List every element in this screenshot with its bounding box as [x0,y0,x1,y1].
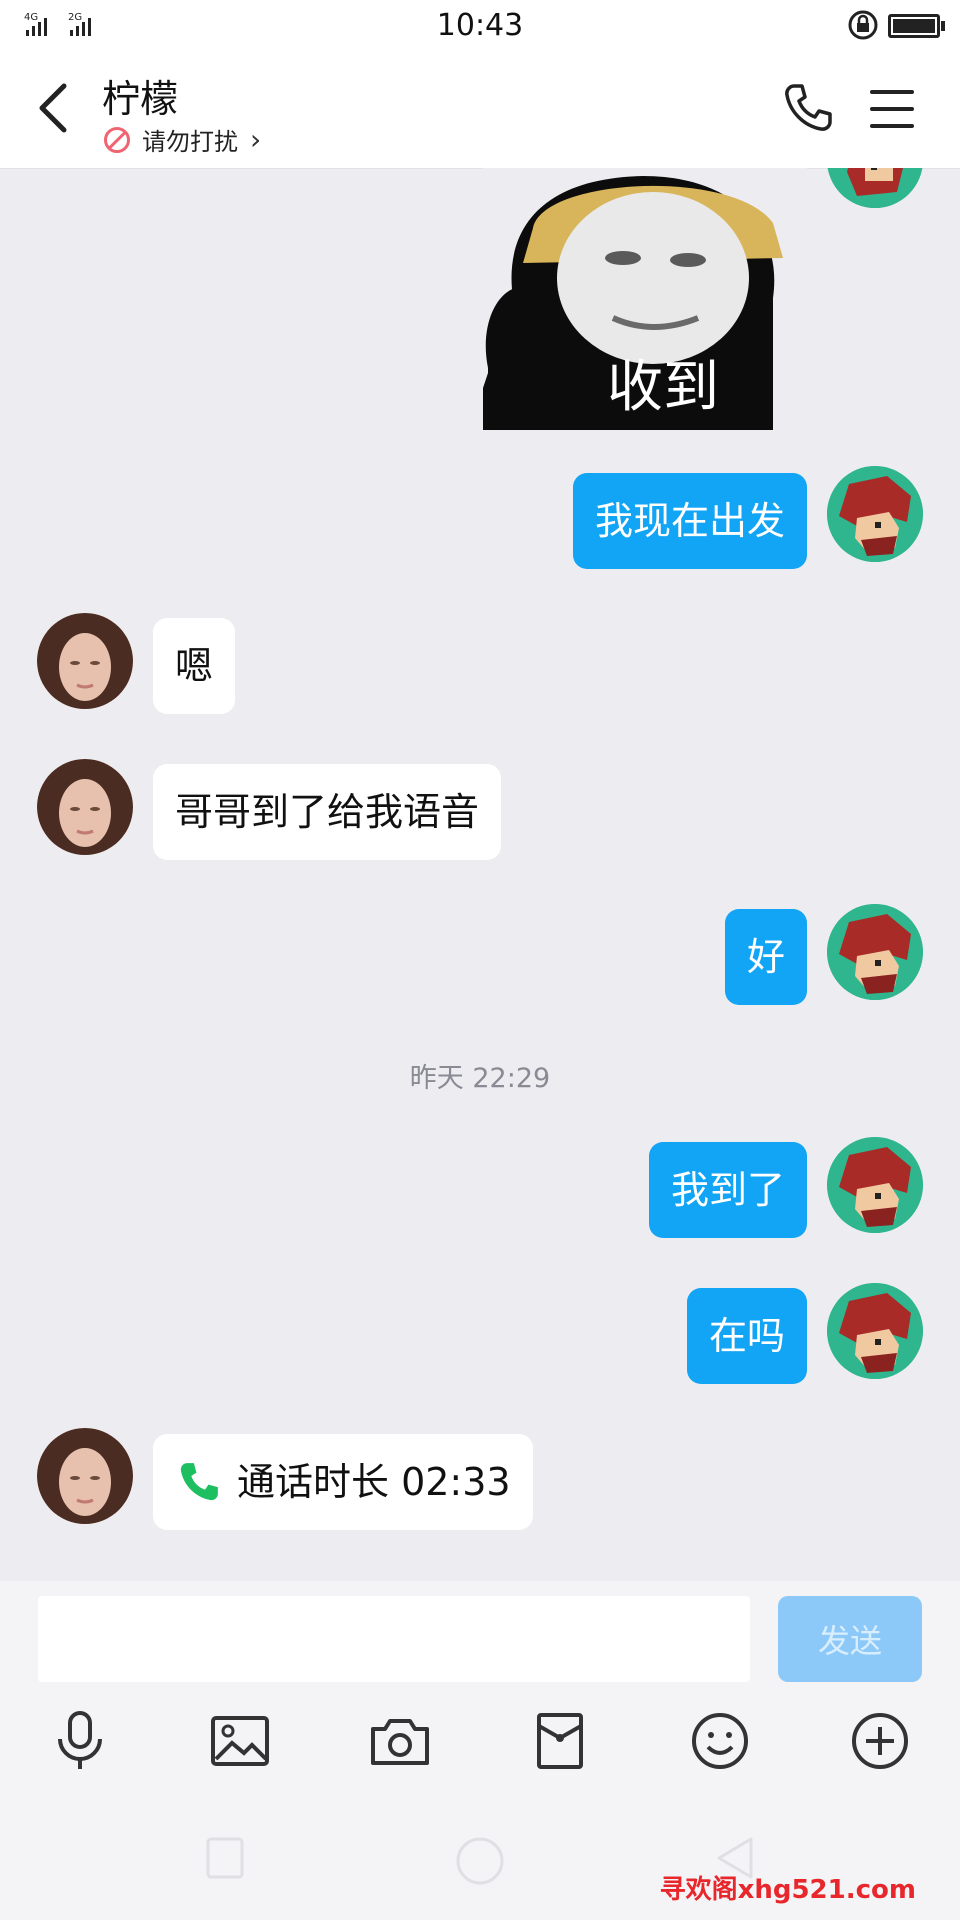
dnd-label: 请勿打扰 [142,128,238,156]
sticker-caption: 收到 [607,355,719,420]
my-avatar[interactable] [827,904,923,1000]
watermark: 寻欢阁xhg521.com [659,1875,916,1905]
emoji-icon[interactable] [680,1701,760,1781]
my-avatar[interactable] [827,466,923,562]
message-bubble-received[interactable]: 嗯 [153,618,236,714]
send-button[interactable]: 发送 [778,1596,922,1682]
my-avatar[interactable] [827,1283,923,1379]
image-icon[interactable] [200,1701,280,1781]
message-bubble-sent[interactable]: 我到了 [648,1142,807,1238]
sticker-message[interactable]: 收到 [483,168,807,430]
back-arrow-icon[interactable] [30,78,80,138]
message-timestamp: 昨天 22:29 [409,1063,551,1094]
call-duration-text: 通话时长 02:33 [237,1460,511,1504]
message-input[interactable] [38,1596,750,1682]
input-toolbar [0,1701,960,1791]
phone-call-green-icon [180,1463,218,1501]
status-bar: 4G 2G 10:43 [0,0,960,50]
recents-icon[interactable] [205,1836,245,1880]
contact-avatar[interactable] [37,759,133,855]
message-bubble-sent[interactable]: 好 [724,909,807,1005]
clock: 10:43 [436,8,524,43]
dnd-status[interactable]: 请勿打扰 › [104,122,261,157]
message-bubble-received[interactable]: 哥哥到了给我语音 [153,764,502,860]
red-packet-icon[interactable] [520,1701,600,1781]
phone-call-icon[interactable] [780,80,836,136]
plus-icon[interactable] [840,1701,920,1781]
my-avatar[interactable] [827,168,923,208]
battery-icon [888,14,945,38]
chat-header: 柠檬 请勿打扰 › [0,50,960,169]
chevron-right-icon: › [250,123,262,156]
do-not-disturb-icon [104,126,130,153]
input-area: 发送 寻欢阁xhg521.com [0,1581,960,1920]
microphone-icon[interactable] [40,1701,120,1781]
menu-icon[interactable] [870,90,914,130]
call-record-bubble[interactable]: 通话时长 02:33 [153,1434,533,1530]
contact-name[interactable]: 柠檬 [102,68,178,123]
my-avatar[interactable] [827,1137,923,1233]
contact-avatar[interactable] [37,613,133,709]
panda-meme-sticker: 收到 [483,168,807,430]
rotation-lock-icon [848,10,878,40]
contact-avatar[interactable] [37,1428,133,1524]
home-icon[interactable] [455,1836,505,1886]
camera-icon[interactable] [360,1701,440,1781]
message-bubble-sent[interactable]: 在吗 [686,1288,807,1384]
message-list[interactable]: 收到 我现在出发 嗯 哥哥到了给我语音 好 昨天 22:29 我到了 在吗 通话… [0,168,960,1581]
message-bubble-sent[interactable]: 我现在出发 [572,473,807,569]
